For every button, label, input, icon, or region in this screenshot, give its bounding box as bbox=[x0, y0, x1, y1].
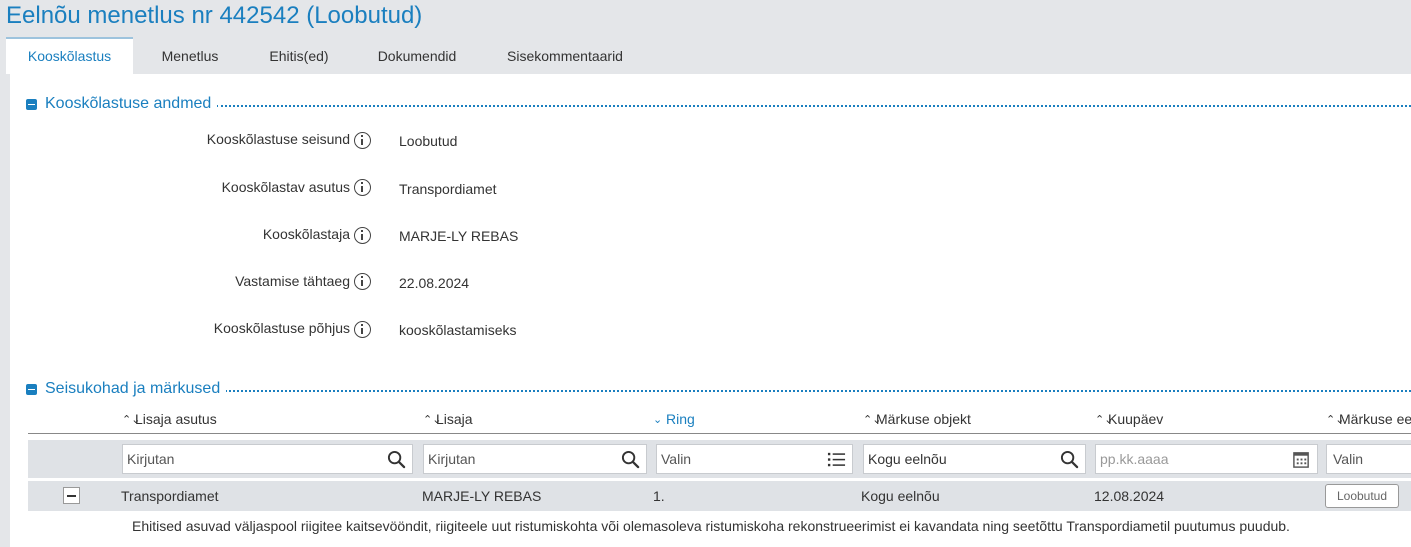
info-icon[interactable] bbox=[354, 132, 371, 149]
page-title: Eelnõu menetlus nr 442542 (Loobutud) bbox=[6, 2, 423, 29]
sort-icon: ⌃⌄ bbox=[863, 414, 882, 426]
approval-section-title: Kooskõlastuse andmed bbox=[45, 95, 218, 113]
date-filter-input[interactable]: pp.kk.aaaa bbox=[1095, 444, 1318, 474]
column-header-author[interactable]: ⌃⌄Lisaja bbox=[423, 411, 473, 427]
field-value: kooskõlastamiseks bbox=[399, 322, 517, 338]
info-icon[interactable] bbox=[354, 321, 371, 338]
tab-menetlus[interactable]: Menetlus bbox=[141, 37, 239, 74]
tab-sisekommentaarid[interactable]: Sisekommentaarid bbox=[492, 37, 638, 74]
filter-placeholder: Kirjutan bbox=[127, 451, 175, 467]
column-header-date[interactable]: ⌃⌄Kuupäev bbox=[1095, 411, 1163, 427]
column-header-round[interactable]: ⌄ Ring bbox=[653, 411, 695, 427]
cell-round: 1. bbox=[653, 488, 665, 504]
field-value: Loobutud bbox=[399, 133, 458, 149]
field-label: Kooskõlastav asutus bbox=[221, 179, 350, 195]
column-header-remark[interactable]: ⌃⌄Märkuse ee bbox=[1326, 411, 1411, 427]
column-label: Märkuse ee bbox=[1339, 411, 1411, 427]
filter-placeholder: pp.kk.aaaa bbox=[1100, 451, 1169, 467]
section-divider bbox=[216, 390, 1411, 392]
field-value: 22.08.2024 bbox=[399, 275, 470, 291]
sort-icon: ⌃⌄ bbox=[1326, 414, 1345, 426]
filter-value: Kogu eelnõu bbox=[868, 451, 947, 467]
tab-bar: Kooskõlastus Menetlus Ehitis(ed) Dokumen… bbox=[0, 37, 1411, 74]
calendar-icon[interactable] bbox=[1292, 450, 1311, 469]
sort-icon: ⌃⌄ bbox=[1095, 414, 1114, 426]
sort-icon: ⌃⌄ bbox=[423, 414, 442, 426]
filter-placeholder: Kirjutan bbox=[428, 451, 476, 467]
cell-date: 12.08.2024 bbox=[1094, 488, 1165, 504]
table-row[interactable] bbox=[28, 481, 1411, 511]
cell-agency: Transpordiamet bbox=[121, 488, 219, 504]
sort-icon: ⌃⌄ bbox=[122, 414, 141, 426]
column-label: Lisaja bbox=[436, 411, 473, 427]
column-label: Kuupäev bbox=[1108, 411, 1164, 427]
search-icon[interactable] bbox=[1060, 450, 1079, 469]
search-icon[interactable] bbox=[387, 450, 406, 469]
field-label: Kooskõlastaja bbox=[262, 226, 350, 242]
field-label: Vastamise tähtaeg bbox=[235, 273, 350, 289]
column-header-object[interactable]: ⌃⌄Märkuse objekt bbox=[863, 411, 971, 427]
tab-kooskolastus[interactable]: Kooskõlastus bbox=[6, 37, 133, 74]
author-filter-input[interactable]: Kirjutan bbox=[423, 444, 647, 474]
column-label: Ring bbox=[666, 411, 695, 427]
approval-section-header[interactable]: Kooskõlastuse andmed bbox=[26, 95, 1411, 115]
field-label: Kooskõlastuse põhjus bbox=[213, 320, 350, 336]
filter-placeholder: Valin bbox=[1333, 451, 1364, 467]
tab-ehitised[interactable]: Ehitis(ed) bbox=[251, 37, 347, 74]
info-icon[interactable] bbox=[354, 227, 371, 244]
collapse-icon[interactable] bbox=[26, 99, 37, 110]
remark-status-filter-select[interactable]: Valin bbox=[1326, 444, 1411, 474]
info-icon[interactable] bbox=[354, 273, 371, 290]
info-icon[interactable] bbox=[354, 179, 371, 196]
object-filter-input[interactable]: Kogu eelnõu bbox=[863, 444, 1086, 474]
agency-filter-input[interactable]: Kirjutan bbox=[122, 444, 413, 474]
collapse-row-icon[interactable] bbox=[63, 487, 80, 504]
column-label: Lisaja asutus bbox=[135, 411, 217, 427]
field-value: Transpordiamet bbox=[399, 181, 497, 197]
column-header-agency[interactable]: ⌃⌄Lisaja asutus bbox=[122, 411, 217, 427]
main-content: Kooskõlastuse andmed Kooskõlastuse seisu… bbox=[10, 74, 1411, 547]
remarks-section-title: Seisukohad ja märkused bbox=[45, 380, 227, 398]
cell-author: MARJE-LY REBAS bbox=[422, 488, 542, 504]
remarks-section-header[interactable]: Seisukohad ja märkused bbox=[26, 380, 1411, 400]
filter-placeholder: Valin bbox=[661, 451, 692, 467]
search-icon[interactable] bbox=[621, 450, 640, 469]
remark-comment: Ehitised asuvad väljaspool riigitee kait… bbox=[132, 518, 1290, 534]
tab-dokumendid[interactable]: Dokumendid bbox=[362, 37, 472, 74]
cell-object: Kogu eelnõu bbox=[861, 488, 940, 504]
status-badge[interactable]: Loobutud bbox=[1325, 484, 1399, 508]
round-filter-select[interactable]: Valin bbox=[656, 444, 853, 474]
list-icon[interactable] bbox=[827, 450, 846, 469]
field-value: MARJE-LY REBAS bbox=[399, 228, 519, 244]
section-divider bbox=[216, 105, 1411, 107]
sort-icon: ⌄ bbox=[653, 414, 663, 426]
collapse-icon[interactable] bbox=[26, 384, 37, 395]
column-label: Märkuse objekt bbox=[876, 411, 971, 427]
header-divider bbox=[28, 433, 1411, 434]
field-label: Kooskõlastuse seisund bbox=[206, 131, 350, 147]
